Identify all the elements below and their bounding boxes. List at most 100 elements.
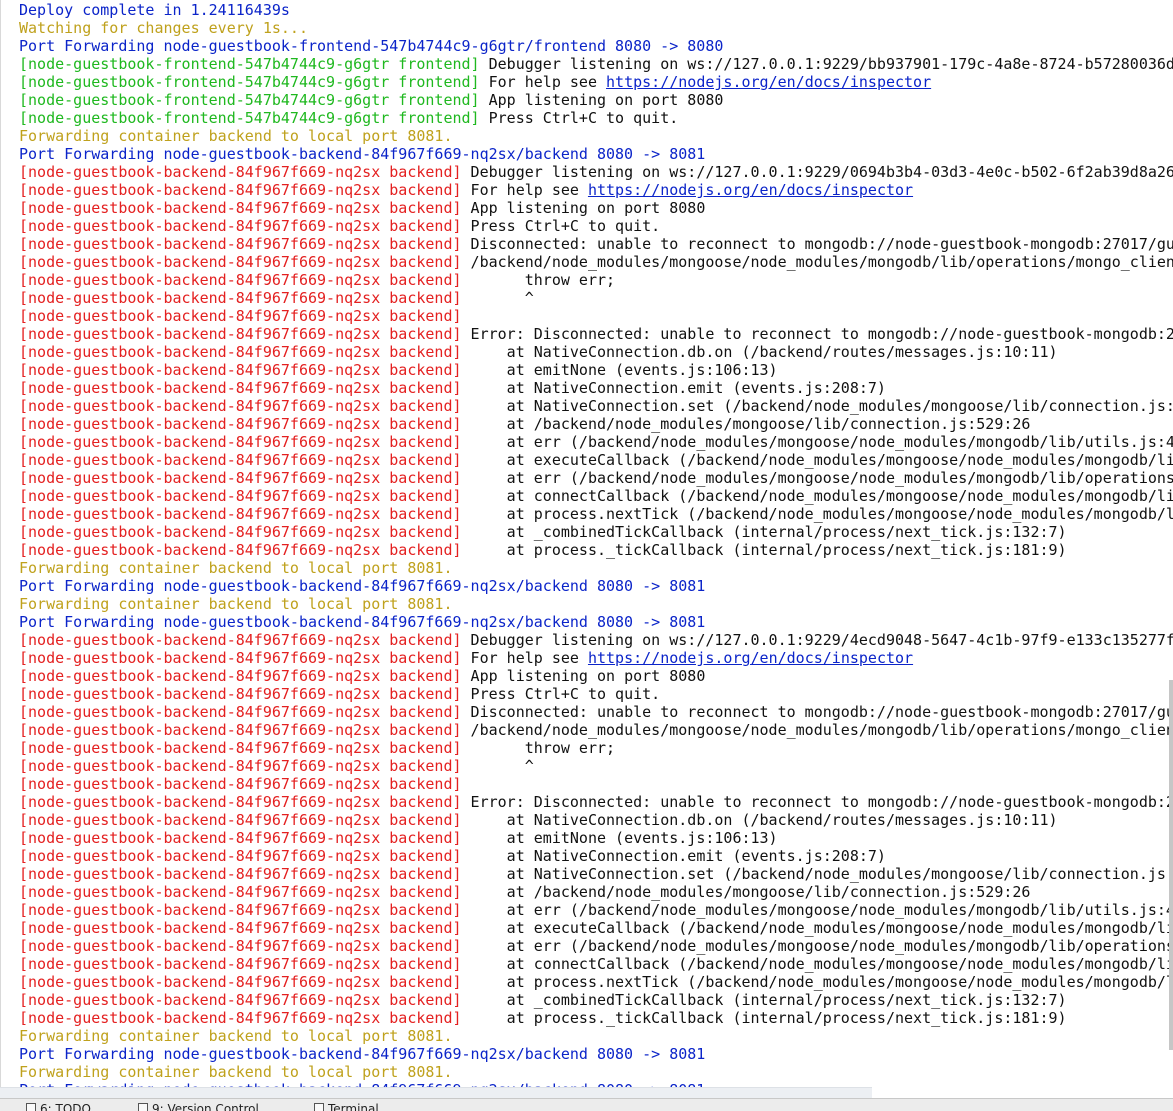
log-source-prefix: [node-guestbook-backend-84f967f669-nq2sx… <box>19 1009 462 1027</box>
log-source-prefix: [node-guestbook-backend-84f967f669-nq2sx… <box>19 433 462 451</box>
console-lines: Deploy complete in 1.24116439s Watching f… <box>1 0 1173 1098</box>
console-line: [node-guestbook-backend-84f967f669-nq2sx… <box>19 451 1173 469</box>
console-line: [node-guestbook-backend-84f967f669-nq2sx… <box>19 775 1173 793</box>
log-message: at /backend/node_modules/mongoose/lib/co… <box>461 883 1031 901</box>
log-source-prefix: [node-guestbook-frontend-547b4744c9-g6gt… <box>19 73 480 91</box>
log-message: at process.nextTick (/backend/node_modul… <box>461 505 1173 523</box>
console-line: [node-guestbook-backend-84f967f669-nq2sx… <box>19 829 1173 847</box>
log-message: at _combinedTickCallback (internal/proce… <box>461 523 1067 541</box>
console-line: [node-guestbook-backend-84f967f669-nq2sx… <box>19 271 1173 289</box>
console-line: Forwarding container backend to local po… <box>19 595 1173 613</box>
log-source-prefix: [node-guestbook-backend-84f967f669-nq2sx… <box>19 811 462 829</box>
console-line: [node-guestbook-backend-84f967f669-nq2sx… <box>19 919 1173 937</box>
inspector-docs-link[interactable]: https://nodejs.org/en/docs/inspector <box>588 181 913 199</box>
console-line: [node-guestbook-backend-84f967f669-nq2sx… <box>19 973 1173 991</box>
log-message: Error: Disconnected: unable to reconnect… <box>461 793 1173 811</box>
log-message: at process._tickCallback (internal/proce… <box>461 1009 1067 1027</box>
log-source-prefix: [node-guestbook-backend-84f967f669-nq2sx… <box>19 541 462 559</box>
log-message: at /backend/node_modules/mongoose/lib/co… <box>461 415 1031 433</box>
log-message: For help see <box>461 649 588 667</box>
log-source-prefix: [node-guestbook-backend-84f967f669-nq2sx… <box>19 523 462 541</box>
inspector-docs-link[interactable]: https://nodejs.org/en/docs/inspector <box>606 73 931 91</box>
log-message: Debugger listening on ws://127.0.0.1:922… <box>461 631 1173 649</box>
log-message: Disconnected: unable to reconnect to mon… <box>461 703 1173 721</box>
log-message: at err (/backend/node_modules/mongoose/n… <box>461 433 1173 451</box>
console-line: Port Forwarding node-guestbook-backend-8… <box>19 1045 1173 1063</box>
log-message: at process._tickCallback (internal/proce… <box>461 541 1067 559</box>
log-source-prefix: [node-guestbook-backend-84f967f669-nq2sx… <box>19 235 462 253</box>
log-message: at process.nextTick (/backend/node_modul… <box>461 973 1173 991</box>
log-source-prefix: [node-guestbook-backend-84f967f669-nq2sx… <box>19 703 462 721</box>
console-line: [node-guestbook-backend-84f967f669-nq2sx… <box>19 361 1173 379</box>
log-source-prefix: [node-guestbook-backend-84f967f669-nq2sx… <box>19 253 462 271</box>
log-message: Debugger listening on ws://127.0.0.1:922… <box>461 163 1173 181</box>
log-source-prefix: [node-guestbook-backend-84f967f669-nq2sx… <box>19 919 462 937</box>
console-line: [node-guestbook-backend-84f967f669-nq2sx… <box>19 811 1173 829</box>
log-message: at err (/backend/node_modules/mongoose/n… <box>461 901 1173 919</box>
status-message: Port Forwarding node-guestbook-backend-8… <box>19 613 706 631</box>
log-source-prefix: [node-guestbook-backend-84f967f669-nq2sx… <box>19 649 462 667</box>
log-message: throw err; <box>461 271 616 289</box>
console-line: [node-guestbook-backend-84f967f669-nq2sx… <box>19 541 1173 559</box>
log-message: For help see <box>461 181 588 199</box>
console-line: Forwarding container backend to local po… <box>19 1027 1173 1045</box>
log-message: /backend/node_modules/mongoose/node_modu… <box>461 721 1173 739</box>
console-line: [node-guestbook-backend-84f967f669-nq2sx… <box>19 865 1173 883</box>
log-message: at NativeConnection.set (/backend/node_m… <box>461 397 1173 415</box>
log-message: at emitNone (events.js:106:13) <box>461 829 778 847</box>
console-line: Watching for changes every 1s... <box>19 19 1173 37</box>
log-source-prefix: [node-guestbook-backend-84f967f669-nq2sx… <box>19 307 462 325</box>
console-line: [node-guestbook-frontend-547b4744c9-g6gt… <box>19 73 1173 91</box>
console-line: [node-guestbook-backend-84f967f669-nq2sx… <box>19 415 1173 433</box>
inspector-docs-link[interactable]: https://nodejs.org/en/docs/inspector <box>588 649 913 667</box>
console-line: [node-guestbook-backend-84f967f669-nq2sx… <box>19 397 1173 415</box>
log-source-prefix: [node-guestbook-backend-84f967f669-nq2sx… <box>19 667 462 685</box>
log-message: App listening on port 8080 <box>479 91 724 109</box>
console-output[interactable]: Deploy complete in 1.24116439s Watching f… <box>0 0 1173 1098</box>
console-line: [node-guestbook-backend-84f967f669-nq2sx… <box>19 523 1173 541</box>
log-message: App listening on port 8080 <box>461 199 706 217</box>
log-message: Disconnected: unable to reconnect to mon… <box>461 235 1173 253</box>
log-source-prefix: [node-guestbook-backend-84f967f669-nq2sx… <box>19 505 462 523</box>
console-line: [node-guestbook-backend-84f967f669-nq2sx… <box>19 739 1173 757</box>
log-source-prefix: [node-guestbook-backend-84f967f669-nq2sx… <box>19 775 462 793</box>
status-message: Port Forwarding node-guestbook-frontend-… <box>19 37 724 55</box>
console-line: [node-guestbook-backend-84f967f669-nq2sx… <box>19 721 1173 739</box>
vertical-scrollbar[interactable] <box>1169 680 1173 1050</box>
console-line: [node-guestbook-backend-84f967f669-nq2sx… <box>19 757 1173 775</box>
log-message: at NativeConnection.emit (events.js:208:… <box>461 847 886 865</box>
console-line: [node-guestbook-backend-84f967f669-nq2sx… <box>19 937 1173 955</box>
log-source-prefix: [node-guestbook-frontend-547b4744c9-g6gt… <box>19 55 480 73</box>
log-source-prefix: [node-guestbook-backend-84f967f669-nq2sx… <box>19 739 462 757</box>
console-line: [node-guestbook-backend-84f967f669-nq2sx… <box>19 217 1173 235</box>
log-message: at NativeConnection.set (/backend/node_m… <box>461 865 1173 883</box>
console-line: [node-guestbook-backend-84f967f669-nq2sx… <box>19 667 1173 685</box>
log-message: at _combinedTickCallback (internal/proce… <box>461 991 1067 1009</box>
info-message: Watching for changes every 1s... <box>19 19 308 37</box>
log-message: at executeCallback (/backend/node_module… <box>461 919 1173 937</box>
console-line: [node-guestbook-backend-84f967f669-nq2sx… <box>19 325 1173 343</box>
console-line: Port Forwarding node-guestbook-backend-8… <box>19 613 1173 631</box>
log-source-prefix: [node-guestbook-backend-84f967f669-nq2sx… <box>19 415 462 433</box>
console-line: [node-guestbook-backend-84f967f669-nq2sx… <box>19 199 1173 217</box>
info-message: Forwarding container backend to local po… <box>19 1027 453 1045</box>
console-line: Forwarding container backend to local po… <box>19 127 1173 145</box>
console-line: Port Forwarding node-guestbook-backend-8… <box>19 145 1173 163</box>
log-message: App listening on port 8080 <box>461 667 706 685</box>
console-line: [node-guestbook-backend-84f967f669-nq2sx… <box>19 631 1173 649</box>
log-source-prefix: [node-guestbook-backend-84f967f669-nq2sx… <box>19 271 462 289</box>
info-message: Forwarding container backend to local po… <box>19 559 453 577</box>
info-message: Forwarding container backend to local po… <box>19 595 453 613</box>
log-source-prefix: [node-guestbook-backend-84f967f669-nq2sx… <box>19 217 462 235</box>
log-source-prefix: [node-guestbook-backend-84f967f669-nq2sx… <box>19 757 462 775</box>
log-message: Press Ctrl+C to quit. <box>461 685 661 703</box>
console-line: [node-guestbook-backend-84f967f669-nq2sx… <box>19 235 1173 253</box>
log-source-prefix: [node-guestbook-backend-84f967f669-nq2sx… <box>19 451 462 469</box>
log-source-prefix: [node-guestbook-backend-84f967f669-nq2sx… <box>19 847 462 865</box>
log-message: throw err; <box>461 739 616 757</box>
console-line: [node-guestbook-backend-84f967f669-nq2sx… <box>19 289 1173 307</box>
log-source-prefix: [node-guestbook-backend-84f967f669-nq2sx… <box>19 631 462 649</box>
console-line: [node-guestbook-backend-84f967f669-nq2sx… <box>19 1009 1173 1027</box>
status-message: Port Forwarding node-guestbook-backend-8… <box>19 145 706 163</box>
log-source-prefix: [node-guestbook-backend-84f967f669-nq2sx… <box>19 685 462 703</box>
